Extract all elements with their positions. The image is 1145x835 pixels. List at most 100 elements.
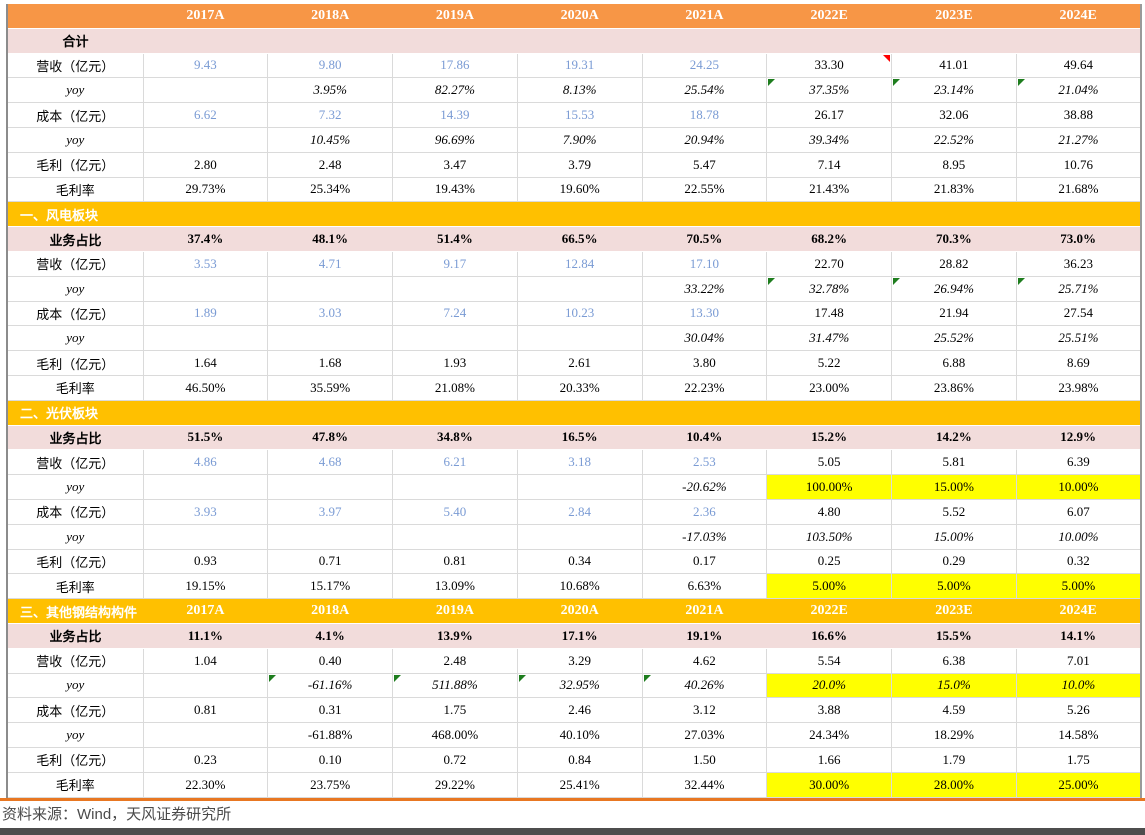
data-cell: 7.01 bbox=[1016, 648, 1141, 674]
data-cell: 0.84 bbox=[517, 747, 643, 773]
data-cell bbox=[267, 276, 393, 302]
row-label: 成本（亿元） bbox=[7, 301, 144, 327]
cell-value: 10.00% bbox=[1058, 479, 1099, 495]
cell-value: 3.18 bbox=[568, 454, 591, 470]
data-cell bbox=[267, 524, 393, 550]
data-cell: 5.81 bbox=[891, 449, 1017, 476]
year-header: 2021A bbox=[642, 4, 767, 29]
cell-value: 15.2% bbox=[811, 429, 847, 445]
data-cell: 1.64 bbox=[143, 350, 269, 376]
cell-value: 3.93 bbox=[194, 503, 217, 519]
cell-value: -17.03% bbox=[682, 528, 727, 544]
table-row: 业务占比 51.5% 47.8% 34.8% 16.5% 10.4% 15.2% 14.2% 1… bbox=[7, 425, 1141, 451]
cell-value: 5.40 bbox=[443, 503, 467, 519]
data-cell: 96.69% bbox=[392, 127, 518, 153]
data-cell: 25.71% bbox=[1016, 276, 1141, 302]
row-label: 毛利（亿元） bbox=[7, 747, 144, 773]
cell-value: 39.34% bbox=[809, 131, 850, 147]
cell-value: 13.09% bbox=[434, 578, 475, 594]
comment-marker-green-icon bbox=[394, 674, 401, 682]
cell-value: 15.5% bbox=[936, 627, 972, 643]
row-label: 毛利率 bbox=[7, 573, 144, 600]
comment-marker-green-icon bbox=[768, 277, 776, 285]
row-label: 业务占比 bbox=[7, 623, 143, 649]
data-cell: 6.63% bbox=[642, 573, 768, 600]
corner-cell bbox=[7, 4, 143, 29]
cell-value: 1.75 bbox=[1067, 751, 1090, 767]
data-cell: 38.88 bbox=[1016, 102, 1141, 128]
table-row: 营收（亿元） 9.43 9.80 17.86 19.31 24.25 33.30 41.01 4… bbox=[7, 53, 1141, 79]
cell-value: 2.84 bbox=[568, 503, 591, 519]
table-row: 业务占比 37.4% 48.1% 51.4% 66.5% 70.5% 68.2% 70.3% 7… bbox=[7, 226, 1141, 252]
data-cell: 2.36 bbox=[642, 499, 768, 525]
table-row: yoy -17.03% 103.50% 15.00% 10.00% bbox=[7, 524, 1141, 550]
cell-value: 7.24 bbox=[443, 305, 467, 321]
cell-value: 8.69 bbox=[1067, 355, 1090, 371]
data-cell: 1.75 bbox=[1016, 747, 1141, 773]
cell-value: 17.10 bbox=[689, 255, 719, 271]
data-cell: 5.52 bbox=[891, 499, 1017, 525]
row-label: yoy bbox=[7, 474, 144, 500]
table-row: 毛利率 46.50% 35.59% 21.08% 20.33% 22.23% 23.00% 2… bbox=[7, 375, 1141, 401]
data-cell: 19.15% bbox=[143, 573, 269, 600]
cell-value: 28.00% bbox=[933, 776, 974, 792]
cell-value: 21.27% bbox=[1058, 131, 1099, 147]
cell-value: 9.17 bbox=[443, 255, 467, 271]
cell-value: 7.32 bbox=[318, 107, 342, 123]
data-cell: 9.43 bbox=[143, 53, 269, 79]
data-cell: 22.55% bbox=[642, 177, 768, 203]
data-cell: 7.24 bbox=[392, 301, 518, 327]
cell-value: 6.07 bbox=[1067, 503, 1090, 519]
data-cell: 20.0% bbox=[766, 673, 892, 699]
data-cell: 7.90% bbox=[517, 127, 643, 153]
data-cell: 70.5% bbox=[642, 226, 767, 252]
data-cell: 6.88 bbox=[891, 350, 1017, 376]
cell-value: 1.89 bbox=[194, 305, 217, 321]
data-cell: 6.62 bbox=[143, 102, 269, 128]
table-row: 成本（亿元） 6.62 7.32 14.39 15.53 18.78 26.17 32.06 3… bbox=[7, 102, 1141, 128]
data-cell: 12.9% bbox=[1016, 425, 1141, 451]
data-cell: 0.72 bbox=[392, 747, 518, 773]
cell-value: 51.5% bbox=[187, 429, 224, 445]
data-cell: 2.48 bbox=[392, 648, 518, 674]
cell-value: 21.43% bbox=[809, 181, 850, 197]
data-cell: 10.23 bbox=[517, 301, 643, 327]
data-cell: 34.8% bbox=[392, 425, 518, 451]
data-cell bbox=[392, 276, 518, 302]
data-cell: 15.2% bbox=[766, 425, 892, 451]
data-cell: 21.94 bbox=[891, 301, 1017, 327]
row-label: yoy bbox=[7, 722, 144, 748]
cell-value: 17.86 bbox=[440, 57, 470, 73]
data-cell: 511.88% bbox=[392, 673, 518, 699]
data-cell: 13.30 bbox=[642, 301, 768, 327]
data-cell: 1.75 bbox=[392, 697, 518, 724]
row-label: 毛利率 bbox=[7, 772, 144, 798]
data-cell: 17.1% bbox=[517, 623, 642, 649]
table-row: yoy 3.95% 82.27% 8.13% 25.54% 37.35% 23.14% 21.… bbox=[7, 77, 1141, 104]
cell-value: 15.00% bbox=[933, 528, 974, 544]
cell-value: 0.25 bbox=[817, 553, 841, 569]
data-cell: 0.23 bbox=[143, 747, 269, 773]
cell-value: -20.62% bbox=[682, 479, 727, 495]
row-label: 营收（亿元） bbox=[7, 251, 144, 277]
row-label: 成本（亿元） bbox=[7, 102, 144, 128]
data-cell: 24.25 bbox=[642, 53, 768, 79]
table-row: 成本（亿元） 0.81 0.31 1.75 2.46 3.12 3.88 4.59 5.26 bbox=[7, 697, 1141, 724]
cell-value: 5.00% bbox=[937, 578, 971, 594]
cell-value: 0.23 bbox=[194, 751, 217, 767]
cell-value: 15.0% bbox=[937, 677, 971, 693]
data-cell: 13.09% bbox=[392, 573, 518, 600]
cell-value: 48.1% bbox=[312, 231, 348, 247]
data-cell: 20.94% bbox=[642, 127, 768, 153]
cell-value: 22.70 bbox=[814, 255, 844, 271]
cell-value: 22.52% bbox=[933, 131, 974, 147]
cell-value: 3.53 bbox=[194, 255, 217, 271]
data-cell: 19.43% bbox=[392, 177, 518, 203]
year-header: 2023E bbox=[891, 598, 1017, 624]
data-cell: 36.23 bbox=[1016, 251, 1141, 277]
data-cell: 0.34 bbox=[517, 549, 643, 575]
cell-value: 3.03 bbox=[318, 305, 342, 321]
cell-value: 40.26% bbox=[684, 677, 725, 693]
data-cell: 19.31 bbox=[517, 53, 643, 79]
data-cell bbox=[143, 127, 269, 153]
